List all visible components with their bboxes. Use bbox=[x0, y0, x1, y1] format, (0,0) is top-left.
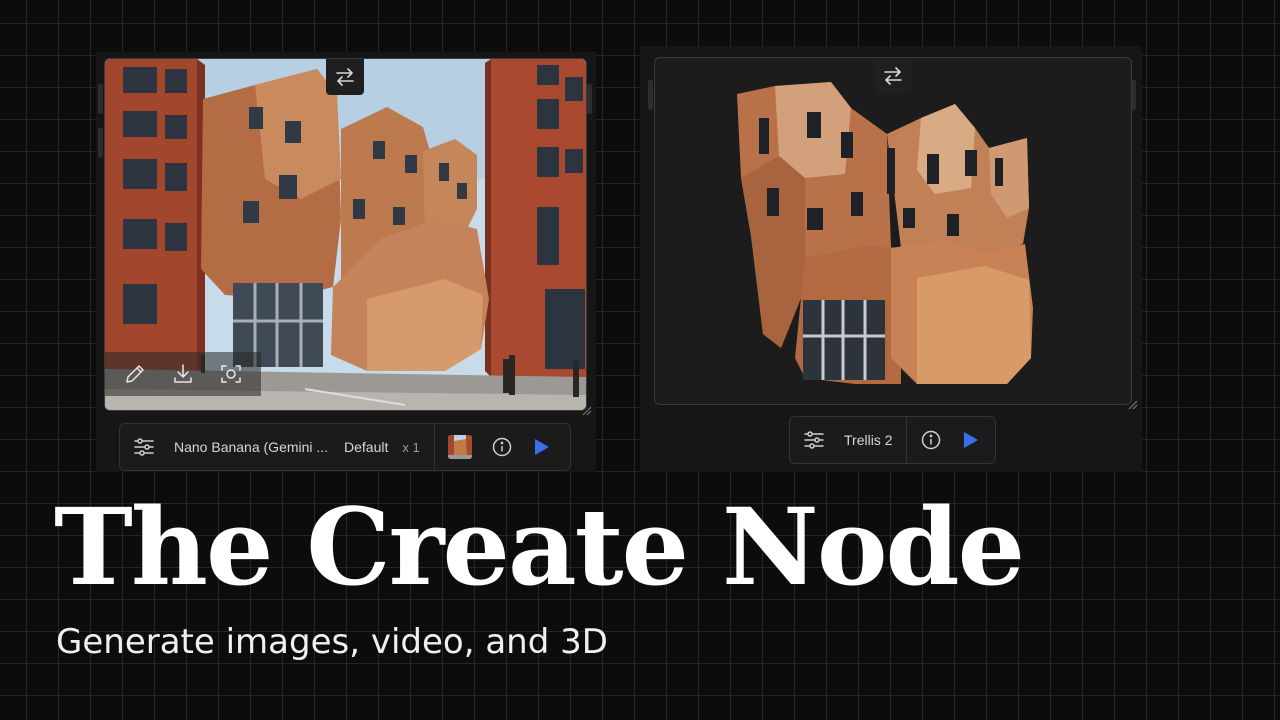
pencil-icon[interactable] bbox=[123, 362, 147, 386]
left-node-toolbar: Nano Banana (Gemini ... Default x 1 bbox=[119, 423, 571, 471]
resize-handle-right[interactable] bbox=[1126, 398, 1138, 410]
settings-sliders-icon[interactable] bbox=[790, 431, 838, 449]
swap-button-3d[interactable] bbox=[874, 58, 912, 94]
swap-arrows-icon bbox=[336, 68, 354, 86]
3d-model-panel[interactable] bbox=[654, 57, 1132, 405]
image-tools-bar bbox=[105, 352, 261, 396]
run-play-icon[interactable] bbox=[963, 431, 979, 449]
preset-selector[interactable]: Default bbox=[344, 439, 388, 455]
info-icon[interactable] bbox=[492, 437, 512, 457]
model-selector[interactable]: Nano Banana (Gemini ... bbox=[174, 439, 332, 455]
3d-building-model bbox=[737, 82, 1033, 384]
toolbar-divider bbox=[906, 416, 907, 464]
settings-sliders-icon[interactable] bbox=[120, 438, 168, 456]
node-connector-right-in[interactable] bbox=[648, 80, 653, 110]
generated-image-panel[interactable] bbox=[104, 58, 587, 411]
swap-arrows-icon bbox=[884, 67, 902, 85]
output-count[interactable]: x 1 bbox=[402, 440, 419, 455]
resize-handle-left[interactable] bbox=[580, 404, 592, 416]
page-subtitle: Generate images, video, and 3D bbox=[56, 622, 608, 662]
right-node-toolbar: Trellis 2 bbox=[789, 416, 996, 464]
model-selector-3d[interactable]: Trellis 2 bbox=[844, 432, 904, 448]
node-connector-left-in[interactable] bbox=[98, 84, 103, 114]
swap-button[interactable] bbox=[326, 59, 364, 95]
download-icon[interactable] bbox=[171, 362, 195, 386]
toolbar-divider bbox=[433, 423, 435, 471]
run-play-icon[interactable] bbox=[534, 438, 550, 456]
reference-image-thumbnail[interactable] bbox=[447, 435, 472, 459]
node-connector-left-out[interactable] bbox=[587, 84, 592, 114]
camera-focus-icon[interactable] bbox=[219, 362, 243, 386]
page-title: The Create Node bbox=[54, 484, 1025, 609]
node-connector-left-in-2[interactable] bbox=[98, 128, 103, 158]
info-icon[interactable] bbox=[921, 430, 941, 450]
